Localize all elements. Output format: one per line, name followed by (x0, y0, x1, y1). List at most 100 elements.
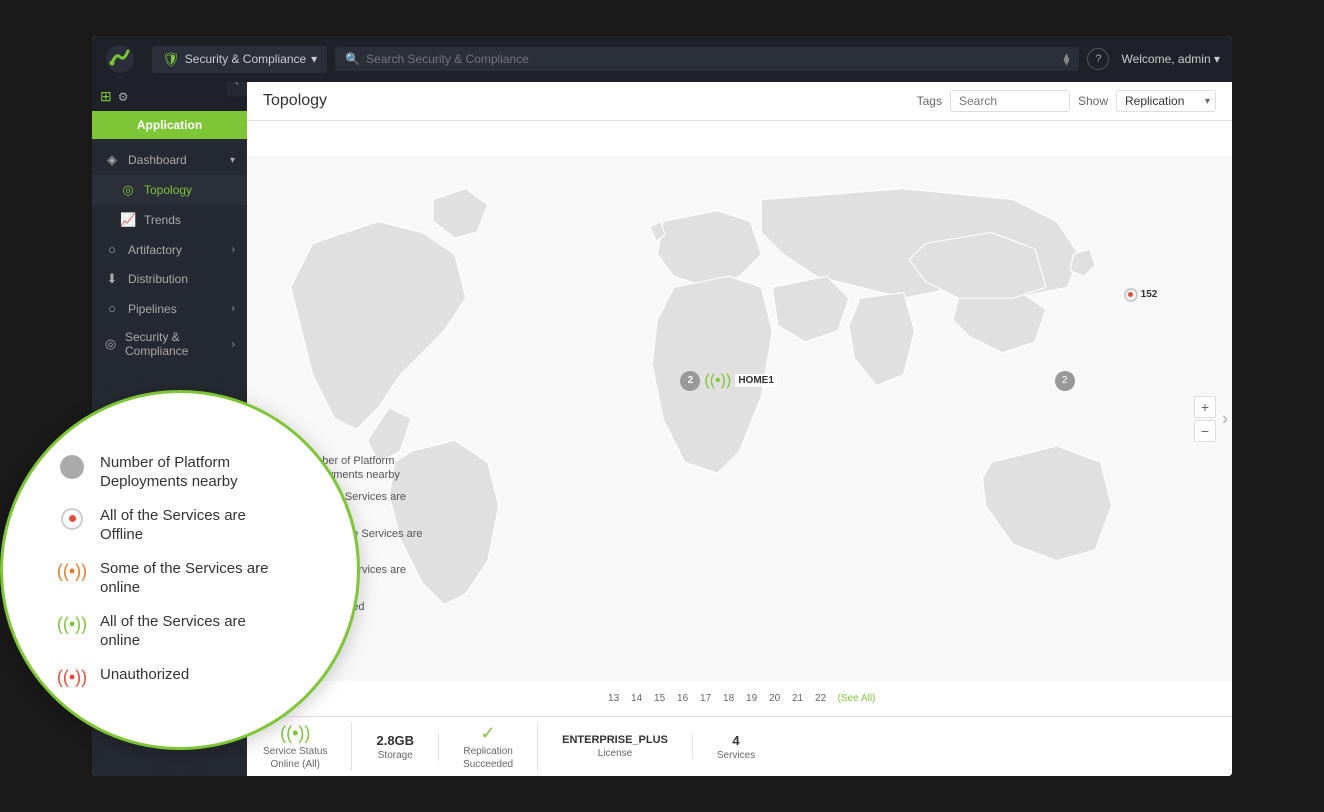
node-152[interactable]: 152 (1124, 288, 1158, 302)
user-dropdown-icon: ▾ (1214, 52, 1220, 66)
map-zoom-controls: + − (1194, 396, 1216, 442)
services-label: Services (717, 750, 755, 761)
status-license: ENTERPRISE_PLUS License (538, 734, 693, 759)
page-19[interactable]: 19 (742, 688, 762, 708)
tooltip-wifi-orange-icon: ((•)) (58, 561, 86, 582)
page-20[interactable]: 20 (765, 688, 785, 708)
chevron-icon: › (232, 303, 235, 314)
topology-controls: Tags Show Replication All Services Statu… (917, 90, 1216, 112)
node-label: HOME1 (735, 374, 777, 387)
sidebar-item-pipelines[interactable]: ○ Pipelines › (92, 294, 247, 323)
license-value: ENTERPRISE_PLUS (562, 734, 668, 746)
wifi-home-icon: ((•)) (704, 372, 731, 390)
grid-icon: ⊞ (100, 88, 112, 105)
cluster-2-badge: 2 (1055, 371, 1075, 391)
sidebar-section: ◈ Dashboard ▾ ◎ Topology 📈 Trends ○ Arti… (92, 139, 247, 371)
product-label: Security & Compliance (185, 52, 306, 66)
chevron-icon: › (232, 244, 235, 255)
page-17[interactable]: 17 (696, 688, 716, 708)
page-16[interactable]: 16 (673, 688, 693, 708)
main-content: Topology Tags Show Replication All Servi… (247, 82, 1232, 776)
sidebar-collapse-button[interactable]: ‹ (227, 82, 247, 97)
sidebar-item-label: Trends (144, 213, 181, 227)
dashboard-icon: ◈ (104, 152, 120, 168)
settings-icon: ⚙ (118, 90, 129, 104)
security-icon: ◎ (104, 336, 117, 352)
page-15[interactable]: 15 (650, 688, 670, 708)
sidebar-item-label: Topology (144, 183, 192, 197)
chevron-icon: ▾ (230, 155, 235, 166)
search-icon: 🔍 (345, 52, 360, 66)
page-13[interactable]: 13 (604, 688, 624, 708)
tooltip-text-deployments: Number of PlatformDeployments nearby (100, 453, 238, 492)
sidebar-item-topology[interactable]: ◎ Topology (92, 175, 247, 205)
show-dropdown-wrapper: Replication All Services Status (1116, 90, 1216, 112)
status-replication: ✓ Replication Succeeded (439, 723, 538, 771)
storage-label: Storage (378, 750, 413, 761)
search-bar: 🔍 ⧫ (335, 47, 1079, 71)
search-input[interactable] (366, 52, 1057, 66)
status-service-status: ((•)) Service Status Online (All) (263, 723, 352, 771)
zoom-out-button[interactable]: − (1194, 420, 1216, 442)
tooltip-item-unauthorized: ((•)) Unauthorized (58, 665, 317, 688)
home1-node[interactable]: 2 ((•)) HOME1 (680, 371, 776, 391)
service-status-value: Online (All) (271, 759, 320, 771)
sidebar-item-dashboard[interactable]: ◈ Dashboard ▾ (92, 145, 247, 175)
tooltip-text-unauthorized: Unauthorized (100, 665, 189, 685)
tooltip-item-all-online: ((•)) All of the Services areonline (58, 612, 317, 651)
product-dropdown-icon: ▾ (311, 52, 317, 66)
show-dropdown[interactable]: Replication All Services Status (1116, 90, 1216, 112)
status-bar: ((•)) Service Status Online (All) 2.8GB … (247, 716, 1232, 776)
distribution-icon: ⬇ (104, 271, 120, 287)
sidebar-item-security[interactable]: ◎ Security & Compliance › (92, 323, 247, 365)
cluster-badge: 2 (680, 371, 700, 391)
sidebar-item-label: Distribution (128, 272, 188, 286)
user-menu-button[interactable]: Welcome, admin ▾ (1121, 52, 1220, 66)
map-pagination: 13 14 15 16 17 18 19 20 21 22 (See All) (604, 688, 876, 708)
nav-right: ? Welcome, admin ▾ (1087, 48, 1220, 70)
replication-value: Succeeded (463, 759, 513, 771)
replication-label: Replication (463, 746, 512, 757)
sidebar-item-distribution[interactable]: ⬇ Distribution (92, 264, 247, 294)
replication-check-icon: ✓ (481, 723, 496, 744)
tags-search-input[interactable] (950, 90, 1070, 112)
sidebar-item-label: Dashboard (128, 153, 187, 167)
page-18[interactable]: 18 (719, 688, 739, 708)
see-all-link[interactable]: (See All) (838, 693, 876, 704)
help-button[interactable]: ? (1087, 48, 1109, 70)
tooltip-text-some-online: Some of the Services areonline (100, 559, 268, 598)
chevron-icon: › (232, 339, 235, 350)
status-services: 4 Services (693, 733, 779, 761)
page-14[interactable]: 14 (627, 688, 647, 708)
red-dot-icon (1124, 288, 1138, 302)
page-22[interactable]: 22 (811, 688, 831, 708)
zoom-in-button[interactable]: + (1194, 396, 1216, 418)
product-selector-button[interactable]: 🛡 Security & Compliance ▾ (152, 46, 327, 73)
sidebar-item-artifactory[interactable]: ○ Artifactory › (92, 235, 247, 264)
tooltip-wifi-green-icon: ((•)) (58, 614, 86, 635)
status-storage: 2.8GB Storage (352, 733, 439, 761)
sidebar-app-label: Application (92, 111, 247, 139)
tooltip-text-all-offline: All of the Services areOffline (100, 506, 246, 545)
pipelines-icon: ○ (104, 301, 120, 316)
service-status-icon: ((•)) (280, 723, 310, 744)
node2-cluster[interactable]: 2 (1055, 371, 1075, 391)
tooltip-dot-red-icon (58, 508, 86, 530)
topology-header: Topology Tags Show Replication All Servi… (247, 82, 1232, 121)
tags-label: Tags (917, 94, 942, 108)
tooltip-item-all-offline: All of the Services areOffline (58, 506, 317, 545)
shield-icon: 🛡 (162, 51, 180, 68)
tooltip-item-some-online: ((•)) Some of the Services areonline (58, 559, 317, 598)
sidebar-item-label: Artifactory (128, 243, 182, 257)
legend-tooltip-popup: Number of PlatformDeployments nearby All… (0, 390, 360, 750)
sidebar-item-label: Security & Compliance (125, 330, 224, 358)
show-label: Show (1078, 94, 1108, 108)
trends-icon: 📈 (120, 212, 136, 228)
page-21[interactable]: 21 (788, 688, 808, 708)
sidebar-item-trends[interactable]: 📈 Trends (92, 205, 247, 235)
map-area: 2 ((•)) HOME1 2 152 (247, 121, 1232, 716)
filter-icon[interactable]: ⧫ (1064, 52, 1070, 66)
sidebar-item-label: Pipelines (128, 302, 177, 316)
map-next-arrow[interactable]: › (1222, 408, 1228, 429)
tooltip-text-all-online: All of the Services areonline (100, 612, 246, 651)
